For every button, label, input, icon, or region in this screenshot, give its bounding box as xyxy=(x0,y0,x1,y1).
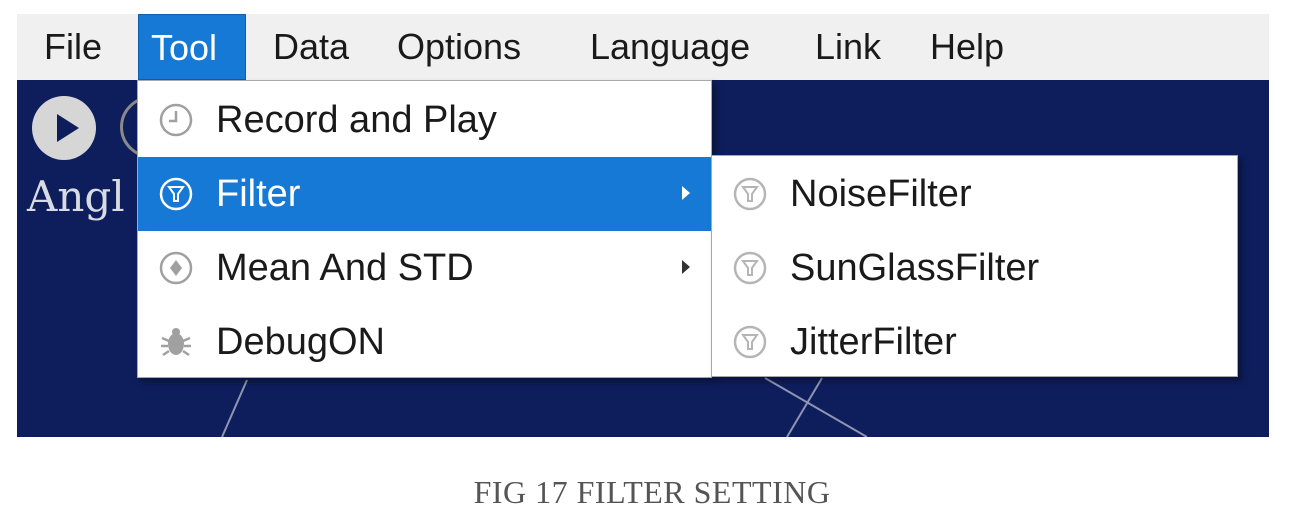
submenu-arrow-icon xyxy=(682,260,690,274)
menu-item-label: JitterFilter xyxy=(790,321,957,363)
menu-link[interactable]: Link xyxy=(815,14,915,80)
menu-item-label: NoiseFilter xyxy=(790,173,972,215)
menu-item-noise-filter[interactable]: NoiseFilter xyxy=(712,157,1237,231)
menu-item-jitter-filter[interactable]: JitterFilter xyxy=(712,305,1237,379)
menu-item-mean-and-std[interactable]: Mean And STD xyxy=(138,231,711,305)
tool-menu: Record and Play Filter Mean And STD Debu… xyxy=(137,80,712,378)
menu-item-label: DebugON xyxy=(216,321,385,363)
bug-icon xyxy=(161,328,191,357)
play-button[interactable] xyxy=(32,96,96,160)
figure-caption: FIG 17 FILTER SETTING xyxy=(473,474,831,510)
filter-icon xyxy=(733,325,767,359)
submenu-arrow-icon xyxy=(682,186,690,200)
menu-language[interactable]: Language xyxy=(590,14,790,80)
menu-item-label: Filter xyxy=(216,173,301,215)
menu-item-debug-on[interactable]: DebugON xyxy=(138,305,711,379)
menu-options[interactable]: Options xyxy=(397,14,562,80)
filter-icon xyxy=(159,177,193,211)
menu-data[interactable]: Data xyxy=(273,14,383,80)
filter-icon xyxy=(733,177,767,211)
filter-submenu: NoiseFilter SunGlassFilter JitterFilter xyxy=(711,155,1238,377)
menu-item-label: Mean And STD xyxy=(216,247,474,289)
filter-icon xyxy=(733,251,767,285)
menu-item-sunglass-filter[interactable]: SunGlassFilter xyxy=(712,231,1237,305)
clock-icon xyxy=(159,103,193,137)
menu-item-record-and-play[interactable]: Record and Play xyxy=(138,83,711,157)
menu-item-filter[interactable]: Filter xyxy=(138,157,711,231)
plus-circle-icon xyxy=(159,251,193,285)
menu-tool[interactable]: Tool xyxy=(138,14,246,80)
angle-label: Angl xyxy=(27,172,125,221)
menu-file[interactable]: File xyxy=(29,14,119,80)
menu-item-label: SunGlassFilter xyxy=(790,247,1040,289)
menu-bar: File Tool Data Options Language Link Hel… xyxy=(17,14,1269,80)
menu-item-label: Record and Play xyxy=(216,99,497,141)
menu-help[interactable]: Help xyxy=(930,14,1040,80)
